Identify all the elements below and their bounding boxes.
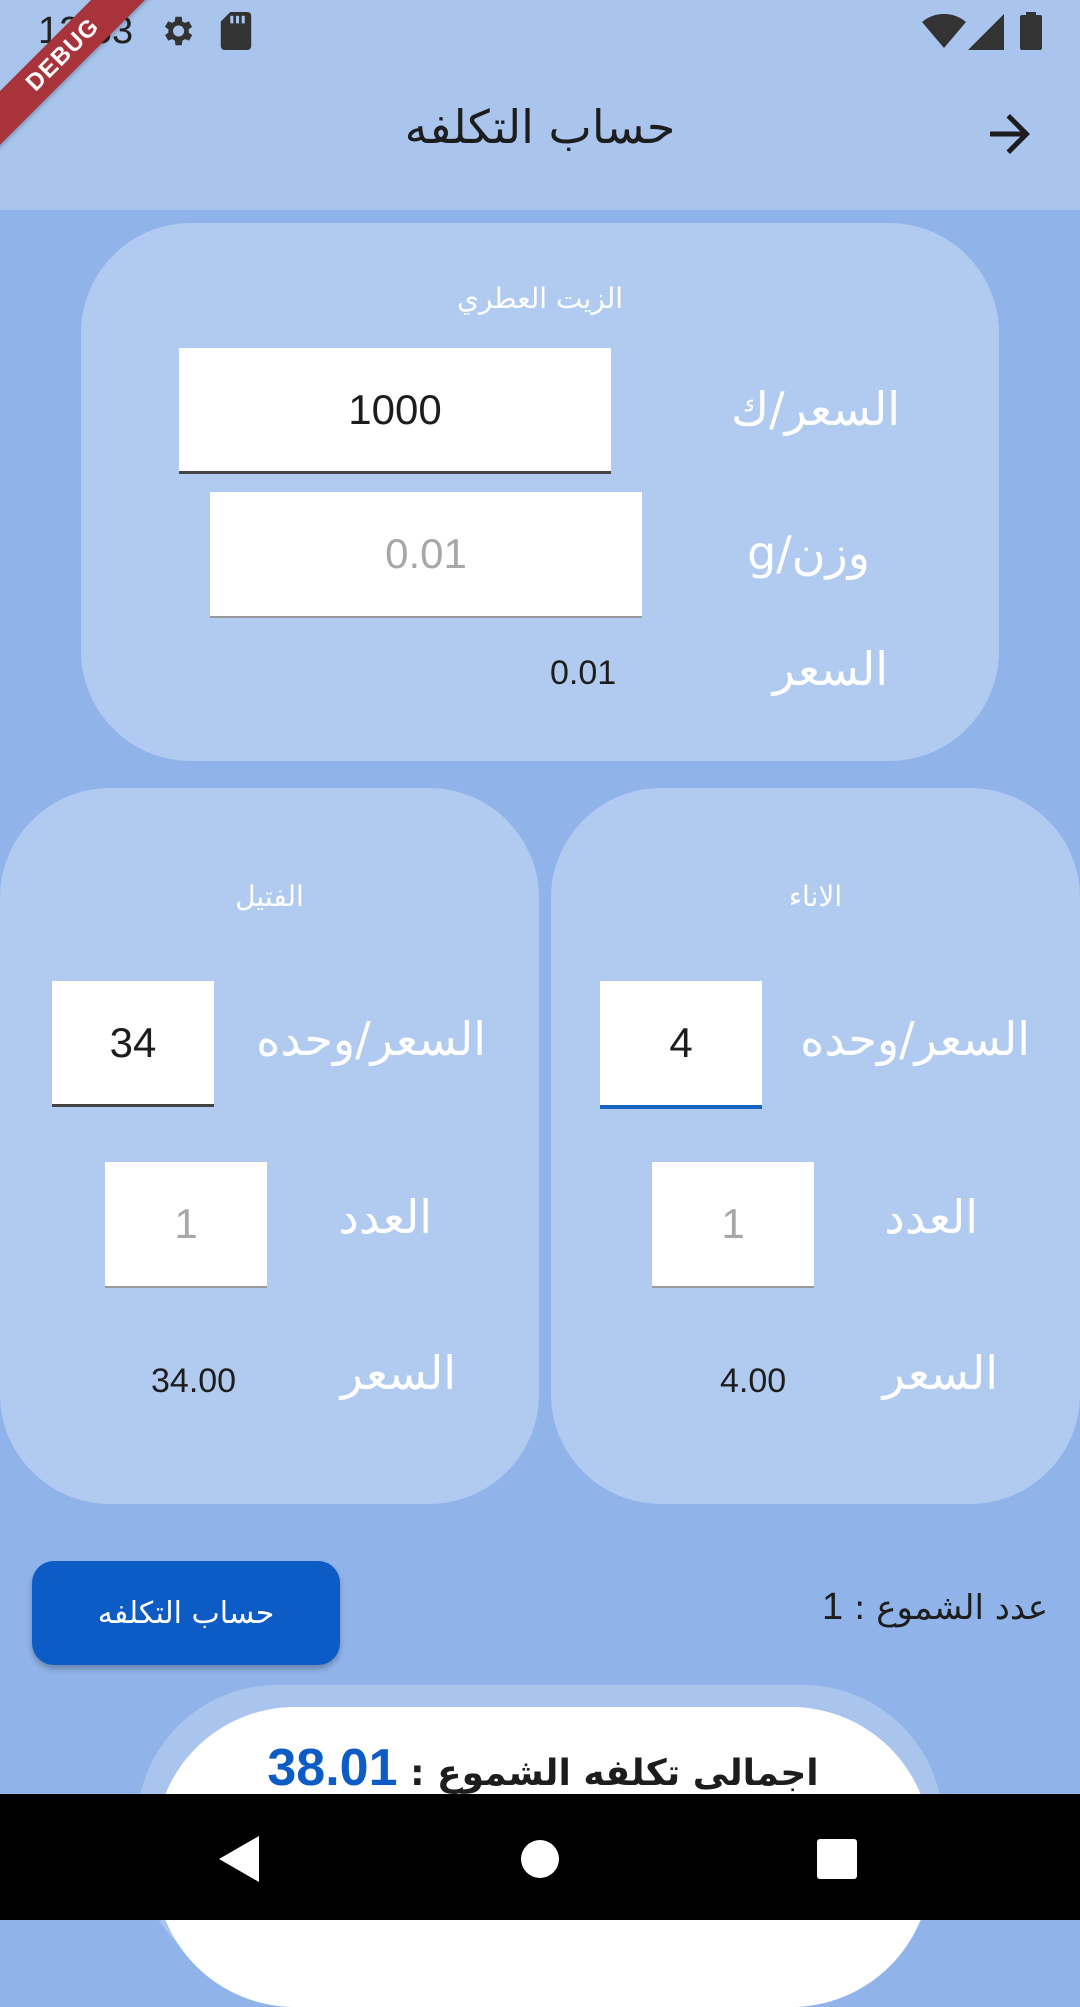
wifi-icon	[922, 14, 966, 48]
cell-signal-icon	[968, 14, 1004, 50]
back-arrow-icon[interactable]	[980, 104, 1040, 164]
calculate-cost-button[interactable]: حساب التكلفه	[32, 1561, 340, 1665]
candle-count-value: 1	[822, 1586, 844, 1628]
wick-price-value: 34.00	[151, 1362, 237, 1400]
weight-label: وزن/g	[747, 526, 870, 580]
wick-count-input[interactable]	[105, 1162, 267, 1288]
app-bar: حساب التكلفه	[0, 64, 1080, 210]
oil-price-value: 0.01	[550, 654, 617, 692]
total-cost-value: 38.01	[267, 1739, 398, 1797]
wick-count-label: العدد	[338, 1190, 432, 1244]
sd-card-icon	[220, 12, 252, 50]
wick-card-title: الفتيل	[235, 880, 304, 913]
price-per-kg-label: السعر/ك	[731, 382, 900, 436]
nav-recents-icon[interactable]	[802, 1824, 872, 1894]
system-nav-bar	[0, 1794, 1080, 1920]
total-cost-label: اجمالى تكلفه الشموع :	[410, 1753, 819, 1794]
candle-count-label: عدد الشموع :	[854, 1588, 1048, 1628]
container-card-title: الاناء	[788, 880, 843, 913]
wick-unit-price-label: السعر/وحده	[256, 1012, 486, 1066]
settings-icon	[164, 16, 193, 46]
oil-price-label: السعر	[772, 642, 888, 696]
status-bar: 12:53	[0, 0, 1080, 64]
page-title: حساب التكلفه	[404, 100, 676, 154]
nav-home-icon[interactable]	[505, 1824, 575, 1894]
container-price-label: السعر	[882, 1346, 998, 1400]
total-cost: اجمالى تكلفه الشموع : 38.01	[155, 1738, 931, 1798]
price-per-kg-input[interactable]	[179, 348, 611, 474]
wick-price-label: السعر	[340, 1346, 456, 1400]
container-unit-price-input[interactable]	[600, 981, 762, 1109]
candle-count: عدد الشموع : 1	[822, 1586, 1048, 1629]
battery-icon	[1020, 12, 1042, 50]
container-price-value: 4.00	[720, 1362, 787, 1400]
wick-unit-price-input[interactable]	[52, 981, 214, 1107]
container-count-label: العدد	[884, 1190, 978, 1244]
container-count-input[interactable]	[652, 1162, 814, 1288]
nav-back-icon[interactable]	[205, 1824, 275, 1894]
container-unit-price-label: السعر/وحده	[800, 1012, 1030, 1066]
oil-card-title: الزيت العطري	[456, 282, 624, 315]
weight-input[interactable]	[210, 492, 642, 618]
